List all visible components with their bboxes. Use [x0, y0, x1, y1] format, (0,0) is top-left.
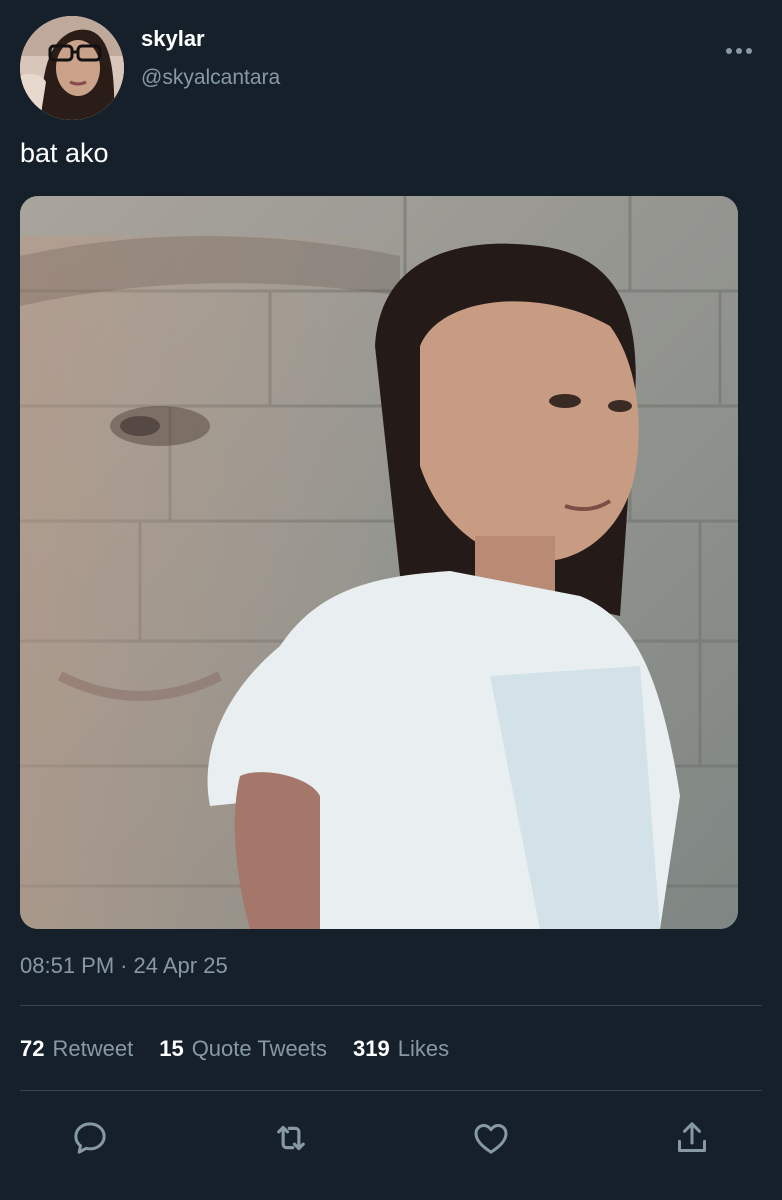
quote-tweets-count: 15 — [159, 1036, 184, 1061]
tweet-text: bat ako — [20, 138, 109, 168]
more-horizontal-icon — [726, 48, 752, 54]
tweet-stats: 72 Retweet 15 Quote Tweets 319 Likes — [20, 1036, 449, 1062]
timestamp-separator: · — [120, 953, 128, 978]
tweet-detail: skylar @skyalcantara bat ako 08:51 PM · … — [0, 0, 782, 1200]
likes-label: Likes — [397, 1036, 450, 1061]
retweets-stat[interactable]: 72 Retweet — [20, 1036, 133, 1062]
tweet-time: 08:51 PM — [20, 953, 115, 978]
divider — [20, 1090, 762, 1091]
tweet-date: 24 Apr 25 — [133, 953, 228, 978]
tweet-timestamp[interactable]: 08:51 PM · 24 Apr 25 — [20, 953, 228, 979]
tweet-actions-bar — [0, 1112, 782, 1164]
likes-stat[interactable]: 319 Likes — [353, 1036, 449, 1062]
more-options-button[interactable] — [716, 34, 762, 68]
media-photo — [20, 196, 738, 929]
likes-count: 319 — [353, 1036, 390, 1061]
retweet-button[interactable] — [265, 1112, 317, 1164]
quote-tweets-stat[interactable]: 15 Quote Tweets — [159, 1036, 327, 1062]
avatar-image — [20, 16, 124, 120]
user-handle[interactable]: @skyalcantara — [141, 66, 280, 90]
retweet-icon — [277, 1125, 305, 1151]
display-name[interactable]: skylar — [141, 26, 205, 52]
avatar[interactable] — [20, 16, 124, 120]
reply-icon — [74, 1122, 106, 1154]
like-button[interactable] — [465, 1112, 517, 1164]
retweets-count: 72 — [20, 1036, 45, 1061]
reply-button[interactable] — [64, 1112, 116, 1164]
tweet-media-image[interactable] — [20, 196, 738, 929]
share-button[interactable] — [666, 1112, 718, 1164]
heart-icon — [474, 1124, 508, 1154]
share-icon — [678, 1122, 706, 1152]
divider — [20, 1005, 762, 1006]
quote-tweets-label: Quote Tweets — [191, 1036, 328, 1061]
retweets-label: Retweet — [52, 1036, 134, 1061]
